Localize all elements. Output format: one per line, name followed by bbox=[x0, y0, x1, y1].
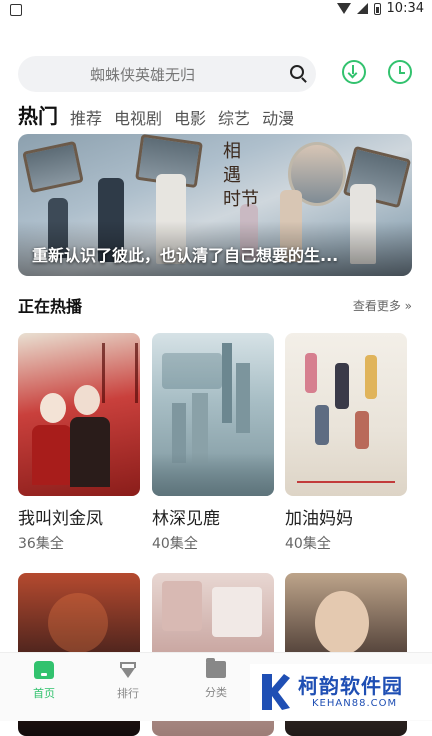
status-bar: 10:34 bbox=[0, 0, 432, 22]
drama-card[interactable]: 林深见鹿 40集全 bbox=[152, 333, 274, 553]
poster-image bbox=[152, 333, 274, 496]
banner-caption: 重新认识了彼此，也认清了自己想要的生... bbox=[32, 246, 339, 265]
card-episodes: 36集全 bbox=[18, 536, 64, 552]
card-episodes: 40集全 bbox=[285, 536, 331, 552]
battery-icon bbox=[373, 2, 381, 15]
banner-title-art: 相遇时节 bbox=[223, 141, 259, 210]
signal-icon bbox=[356, 3, 368, 14]
tab-tv-series[interactable]: 电视剧 bbox=[114, 105, 162, 129]
tab-recommend[interactable]: 推荐 bbox=[70, 105, 102, 129]
poster-image bbox=[18, 333, 140, 496]
nav-label: 分类 bbox=[205, 686, 227, 699]
history-icon[interactable] bbox=[388, 60, 412, 84]
home-icon bbox=[34, 661, 54, 679]
watermark: 柯韵软件园 KEHAN88.COM bbox=[250, 664, 432, 720]
wifi-icon bbox=[336, 3, 351, 14]
section-title: 正在热播 bbox=[18, 297, 83, 316]
see-more-link[interactable]: 查看更多 » bbox=[353, 297, 412, 314]
search-icon[interactable] bbox=[290, 65, 304, 79]
notification-icon bbox=[10, 4, 22, 16]
tab-movies[interactable]: 电影 bbox=[174, 105, 206, 129]
search-input[interactable]: 蜘蛛侠英雄无归 bbox=[90, 64, 195, 85]
download-icon[interactable] bbox=[342, 60, 366, 84]
category-tabs: 热门 推荐 电视剧 电影 综艺 动漫 bbox=[18, 100, 294, 129]
tab-hot[interactable]: 热门 bbox=[18, 100, 58, 129]
watermark-logo-icon bbox=[262, 674, 290, 710]
card-title: 林深见鹿 bbox=[152, 509, 220, 529]
watermark-url: KEHAN88.COM bbox=[312, 698, 398, 709]
nav-home[interactable]: 首页 bbox=[14, 661, 74, 701]
featured-banner[interactable]: 相遇时节 重新认识了彼此，也认清了自己想要的生... bbox=[18, 134, 412, 276]
ranking-icon bbox=[118, 661, 138, 679]
card-episodes: 40集全 bbox=[152, 536, 198, 552]
drama-card[interactable]: 加油妈妈 40集全 bbox=[285, 333, 407, 553]
nav-category[interactable]: 分类 bbox=[186, 658, 246, 700]
drama-card[interactable]: 我叫刘金凤 36集全 bbox=[18, 333, 140, 553]
card-title: 我叫刘金凤 bbox=[18, 509, 103, 529]
folder-icon bbox=[206, 658, 226, 678]
search-bar[interactable]: 蜘蛛侠英雄无归 bbox=[18, 56, 316, 92]
watermark-text: 柯韵软件园 bbox=[298, 674, 403, 698]
poster-image bbox=[285, 333, 407, 496]
nav-label: 排行 bbox=[117, 687, 139, 700]
nav-label: 首页 bbox=[33, 687, 55, 700]
status-time: 10:34 bbox=[386, 1, 424, 16]
banner-art-frame bbox=[22, 140, 84, 194]
tab-variety[interactable]: 综艺 bbox=[218, 105, 250, 129]
nav-ranking[interactable]: 排行 bbox=[98, 661, 158, 701]
card-title: 加油妈妈 bbox=[285, 509, 353, 529]
tab-anime[interactable]: 动漫 bbox=[262, 105, 294, 129]
